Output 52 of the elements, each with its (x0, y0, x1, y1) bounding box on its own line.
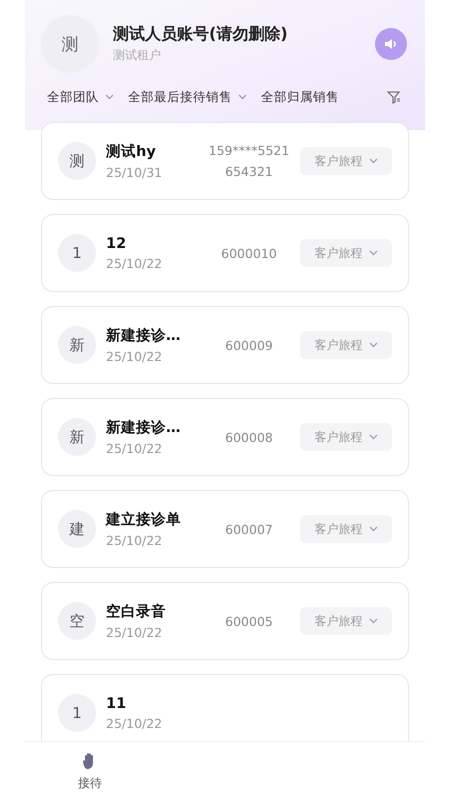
customer-card[interactable]: 1 12 25/10/22 6000010 客户旅程 (41, 214, 409, 292)
filter-dropdown[interactable]: 全部归属销售 (261, 88, 339, 106)
account-name: 测试人员账号(请勿删除) (113, 24, 289, 45)
customer-number: 600009 (225, 338, 273, 352)
chevron-down-icon (368, 618, 378, 624)
customer-card[interactable]: 空 空白录音 25/10/22 600005 客户旅程 (41, 582, 409, 660)
customer-avatar: 新 (58, 326, 96, 364)
chevron-down-icon (238, 94, 247, 100)
chevron-down-icon (105, 94, 114, 100)
customer-date: 25/10/22 (106, 256, 164, 270)
customer-number: 6000010 (221, 246, 277, 260)
customer-number: 159****5521 (208, 143, 290, 158)
customer-avatar: 1 (58, 234, 96, 272)
customer-date: 25/10/22 (106, 716, 164, 730)
customer-avatar: 新 (58, 418, 96, 456)
customer-date: 25/10/22 (106, 625, 164, 640)
customer-avatar: 测 (58, 142, 96, 180)
customer-card[interactable]: 测 测试hy 25/10/31 159****5521 654321 客户旅程 (41, 122, 409, 200)
customer-date: 25/10/22 (106, 533, 164, 548)
customer-date: 25/10/31 (106, 165, 164, 180)
chevron-down-icon (368, 250, 378, 256)
customer-avatar: 1 (58, 694, 96, 732)
filter-dropdown[interactable]: 全部最后接待销售 (128, 88, 247, 106)
customer-avatar: 空 (58, 602, 96, 640)
customer-date: 25/10/22 (106, 349, 164, 364)
speaker-icon (384, 38, 398, 50)
customer-number: 600007 (225, 522, 273, 536)
customer-name: 新建接诊… (106, 418, 182, 437)
customer-name: 12 (106, 236, 128, 252)
chevron-down-icon (368, 434, 378, 440)
customer-number: 600005 (225, 614, 273, 628)
customer-card[interactable]: 建 建立接诊单 25/10/22 600007 客户旅程 (41, 490, 409, 568)
customer-name: 空白录音 (106, 602, 167, 621)
chevron-down-icon (368, 526, 378, 532)
customer-card[interactable]: 新 新建接诊… 25/10/22 600009 客户旅程 (41, 306, 409, 384)
customer-name: 建立接诊单 (106, 510, 182, 529)
nav-tab[interactable]: 接待 (25, 742, 155, 800)
customer-number: 654321 (225, 164, 273, 179)
customer-name: 测试hy (106, 142, 157, 161)
chevron-down-icon (368, 342, 378, 348)
customer-name: 新建接诊… (106, 326, 182, 345)
customer-name: 11 (106, 696, 128, 712)
account-avatar: 测 (41, 15, 99, 73)
chevron-down-icon (368, 158, 378, 164)
filter-dropdown[interactable]: 全部团队 (47, 88, 114, 106)
customer-card[interactable]: 新 新建接诊… 25/10/22 600008 客户旅程 (41, 398, 409, 476)
customer-card[interactable]: 1 11 25/10/22 (41, 674, 409, 741)
filter-icon[interactable] (387, 90, 401, 104)
customer-avatar: 建 (58, 510, 96, 548)
customer-date: 25/10/22 (106, 441, 164, 456)
customer-number: 600008 (225, 430, 273, 444)
tenant-name: 测试租户 (113, 47, 162, 64)
